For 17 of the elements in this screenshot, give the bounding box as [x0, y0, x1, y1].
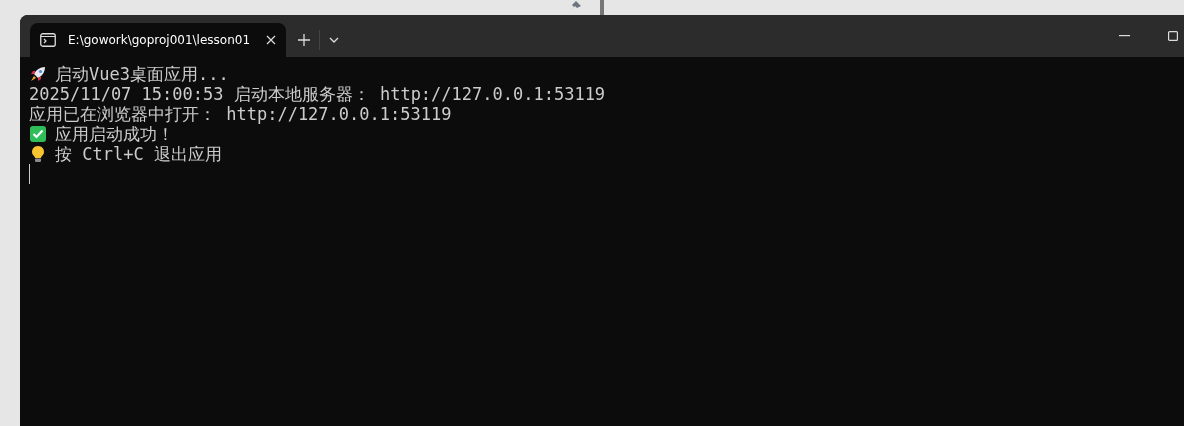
lightbulb-icon [29, 145, 47, 163]
terminal-line: 应用启动成功！ [55, 124, 174, 144]
terminal-line: 应用已在浏览器中打开： http://127.0.0.1:53119 [29, 104, 452, 124]
terminal-icon [40, 33, 56, 47]
minimize-icon[interactable] [1119, 35, 1130, 37]
maximize-icon[interactable] [1168, 31, 1178, 41]
terminal-line: 启动Vue3桌面应用... [55, 64, 229, 84]
close-icon[interactable] [266, 35, 276, 45]
tab-title: E:\gowork\goproj001\lesson01 [68, 32, 250, 49]
terminal-line: 按 Ctrl+C 退出应用 [55, 144, 222, 164]
text-cursor [29, 164, 30, 184]
checkmark-icon [29, 125, 47, 143]
rocket-icon [29, 65, 47, 83]
plus-icon[interactable] [298, 34, 310, 46]
terminal-line: 2025/11/07 15:00:53 启动本地服务器： http://127.0.0.1:53119 [29, 84, 606, 104]
terminal-tab[interactable]: E:\gowork\goproj001\lesson01 [30, 23, 286, 57]
chevron-down-icon[interactable] [329, 37, 339, 43]
